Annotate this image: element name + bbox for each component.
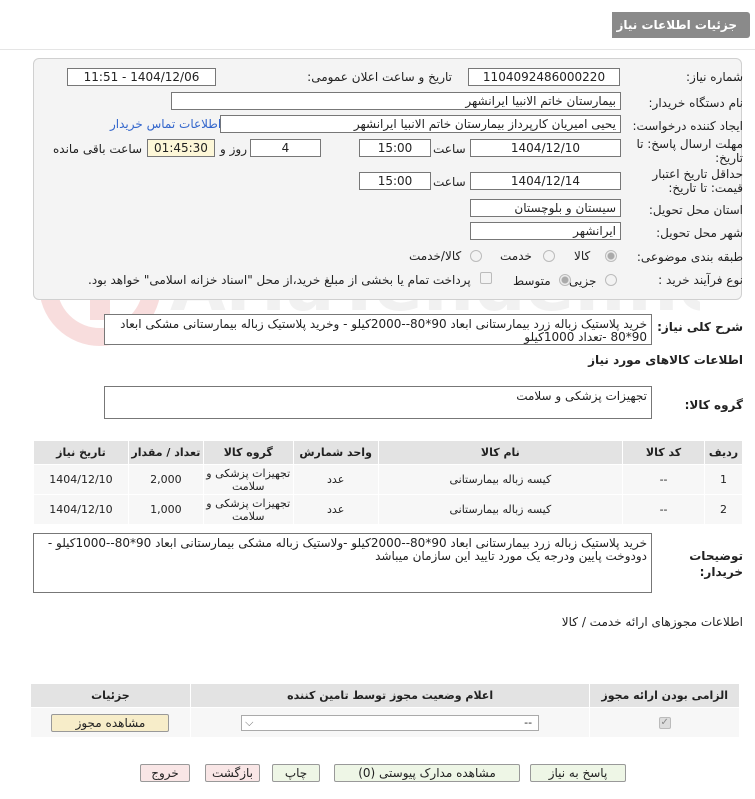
validity-date-field: 1404/12/14 xyxy=(470,172,621,190)
permits-section-title: اطلاعات مجوزهای ارائه خدمت / کالا xyxy=(561,615,743,629)
view-permit-button[interactable]: مشاهده مجوز xyxy=(51,713,170,732)
validity-time-label: ساعت xyxy=(433,175,466,189)
process-radio-medium[interactable] xyxy=(559,274,571,286)
contact-info-link[interactable]: اطلاعات تماس خریدار xyxy=(110,117,221,131)
col-need-date: تاریخ نیاز xyxy=(33,440,129,465)
category-radio-both[interactable] xyxy=(470,250,482,262)
cell-unit: عدد xyxy=(292,464,379,495)
cell-name: کیسه زباله بیمارستانی xyxy=(377,494,624,525)
exit-button[interactable]: خروج xyxy=(140,764,190,782)
summary-label: شرح کلی نیاز: xyxy=(657,320,743,334)
col-details: جزئیات xyxy=(30,683,191,708)
goods-section-title: اطلاعات کالاهای مورد نیاز xyxy=(588,353,743,367)
goods-group-label: گروه کالا: xyxy=(684,398,743,412)
validity-time-field: 15:00 xyxy=(359,172,431,190)
province-label: استان محل تحویل: xyxy=(648,203,743,217)
permit-status-value: -- xyxy=(524,715,533,729)
buyer-label: نام دستگاه خریدار: xyxy=(648,96,744,110)
province-field: سیستان و بلوچستان xyxy=(470,199,621,217)
deadline-time-label: ساعت xyxy=(433,142,466,156)
treasury-payment-note: پرداخت تمام یا بخشی از مبلغ خرید،از محل … xyxy=(88,273,471,287)
print-button[interactable]: چاپ xyxy=(272,764,320,782)
remaining-time-field: 01:45:30 xyxy=(147,139,215,157)
permits-table-header: جزئیات اعلام وضعیت مجوز توسط تامین کننده… xyxy=(30,683,740,708)
cell-group: تجهیزات پزشکی و سلامت xyxy=(202,494,294,525)
col-name: نام کالا xyxy=(377,440,624,465)
col-code: کد کالا xyxy=(622,440,705,465)
buyer-notes-label: توضیحات خریدار: xyxy=(689,549,743,579)
need-number-field: 1104092486000220 xyxy=(468,68,620,86)
creator-field: یحیی امیریان کارپرداز بیمارستان خاتم الا… xyxy=(220,115,621,133)
attachments-button[interactable]: مشاهده مدارک پیوستی (0) xyxy=(334,764,520,782)
col-group: گروه کالا xyxy=(202,440,294,465)
deadline-label: مهلت ارسال پاسخ: تا تاریخ: xyxy=(636,137,743,165)
days-label: روز و xyxy=(220,142,247,156)
goods-table: تاریخ نیاز تعداد / مقدار گروه کالا واحد … xyxy=(33,440,744,525)
page-title: جزئیات اطلاعات نیاز xyxy=(616,18,737,32)
category-option-service: خدمت xyxy=(500,249,532,263)
category-radio-service[interactable] xyxy=(543,250,555,262)
cell-permit-status: -- ⌵ xyxy=(189,707,591,738)
cell-qty: 2,000 xyxy=(127,464,204,495)
cell-code: -- xyxy=(622,494,705,525)
category-label: طبقه بندی موضوعی: xyxy=(636,250,743,264)
need-number-label: شماره نیاز: xyxy=(686,70,743,84)
deadline-date-field: 1404/12/10 xyxy=(470,139,621,157)
summary-textarea[interactable]: خرید پلاستیک زباله زرد بیمارستانی ابعاد … xyxy=(104,314,652,345)
remaining-time-label: ساعت باقی مانده xyxy=(53,142,143,156)
permit-status-select[interactable]: -- ⌵ xyxy=(241,714,540,731)
back-button[interactable]: بازگشت xyxy=(205,764,260,782)
reply-button[interactable]: پاسخ به نیاز xyxy=(530,764,626,782)
col-permit-required: الزامی بودن ارائه مجوز xyxy=(589,683,740,708)
permits-table: جزئیات اعلام وضعیت مجوز توسط تامین کننده… xyxy=(30,683,740,738)
treasury-payment-checkbox[interactable] xyxy=(480,272,492,284)
process-radio-minor[interactable] xyxy=(605,274,617,286)
process-option-minor: جزیی xyxy=(569,274,597,288)
cell-group: تجهیزات پزشکی و سلامت xyxy=(202,464,294,495)
announce-field: 1404/12/06 - 11:51 xyxy=(67,68,216,86)
days-remaining-field: 4 xyxy=(250,139,321,157)
col-permit-status: اعلام وضعیت مجوز توسط تامین کننده xyxy=(189,683,591,708)
category-option-goods: کالا xyxy=(574,249,591,263)
table-row[interactable]: 1404/12/10 1,000 تجهیزات پزشکی و سلامت ع… xyxy=(33,494,744,525)
buyer-field: بیمارستان خاتم الانبیا ایرانشهر xyxy=(171,92,621,110)
col-quantity: تعداد / مقدار xyxy=(127,440,204,465)
validity-label: حداقل تاریخ اعتبار قیمت: تا تاریخ: xyxy=(652,167,743,195)
category-radio-goods[interactable] xyxy=(605,250,617,262)
table-row[interactable]: 1404/12/10 2,000 تجهیزات پزشکی و سلامت ع… xyxy=(33,464,744,495)
cell-date: 1404/12/10 xyxy=(33,464,129,495)
announce-label: تاریخ و ساعت اعلان عمومی: xyxy=(307,70,452,84)
goods-table-header: تاریخ نیاز تعداد / مقدار گروه کالا واحد … xyxy=(33,440,744,465)
category-option-both: کالا/خدمت xyxy=(409,249,462,263)
cell-date: 1404/12/10 xyxy=(33,494,129,525)
goods-group-field[interactable]: تجهیزات پزشکی و سلامت xyxy=(104,386,652,419)
city-label: شهر محل تحویل: xyxy=(656,226,743,240)
cell-index: 1 xyxy=(703,464,744,495)
cell-index: 2 xyxy=(703,494,744,525)
process-label: نوع فرآیند خرید : xyxy=(658,273,743,287)
cell-details: مشاهده مجوز xyxy=(30,707,191,738)
buyer-notes-textarea[interactable]: خرید پلاستیک زباله زرد بیمارستانی ابعاد … xyxy=(33,533,652,593)
col-index: ردیف xyxy=(703,440,744,465)
cell-code: -- xyxy=(622,464,705,495)
cell-qty: 1,000 xyxy=(127,494,204,525)
cell-name: کیسه زباله بیمارستانی xyxy=(377,464,624,495)
table-row: مشاهده مجوز -- ⌵ ✓ xyxy=(30,707,740,738)
cell-permit-required: ✓ xyxy=(589,707,740,738)
permit-required-checkbox: ✓ xyxy=(658,716,671,729)
process-option-medium: متوسط xyxy=(513,274,551,288)
cell-unit: عدد xyxy=(292,494,379,525)
city-field: ایرانشهر xyxy=(470,222,621,240)
deadline-time-field: 15:00 xyxy=(359,139,431,157)
creator-label: ایجاد کننده درخواست: xyxy=(632,119,743,133)
col-unit: واحد شمارش xyxy=(292,440,379,465)
chevron-down-icon: ⌵ xyxy=(245,715,254,729)
